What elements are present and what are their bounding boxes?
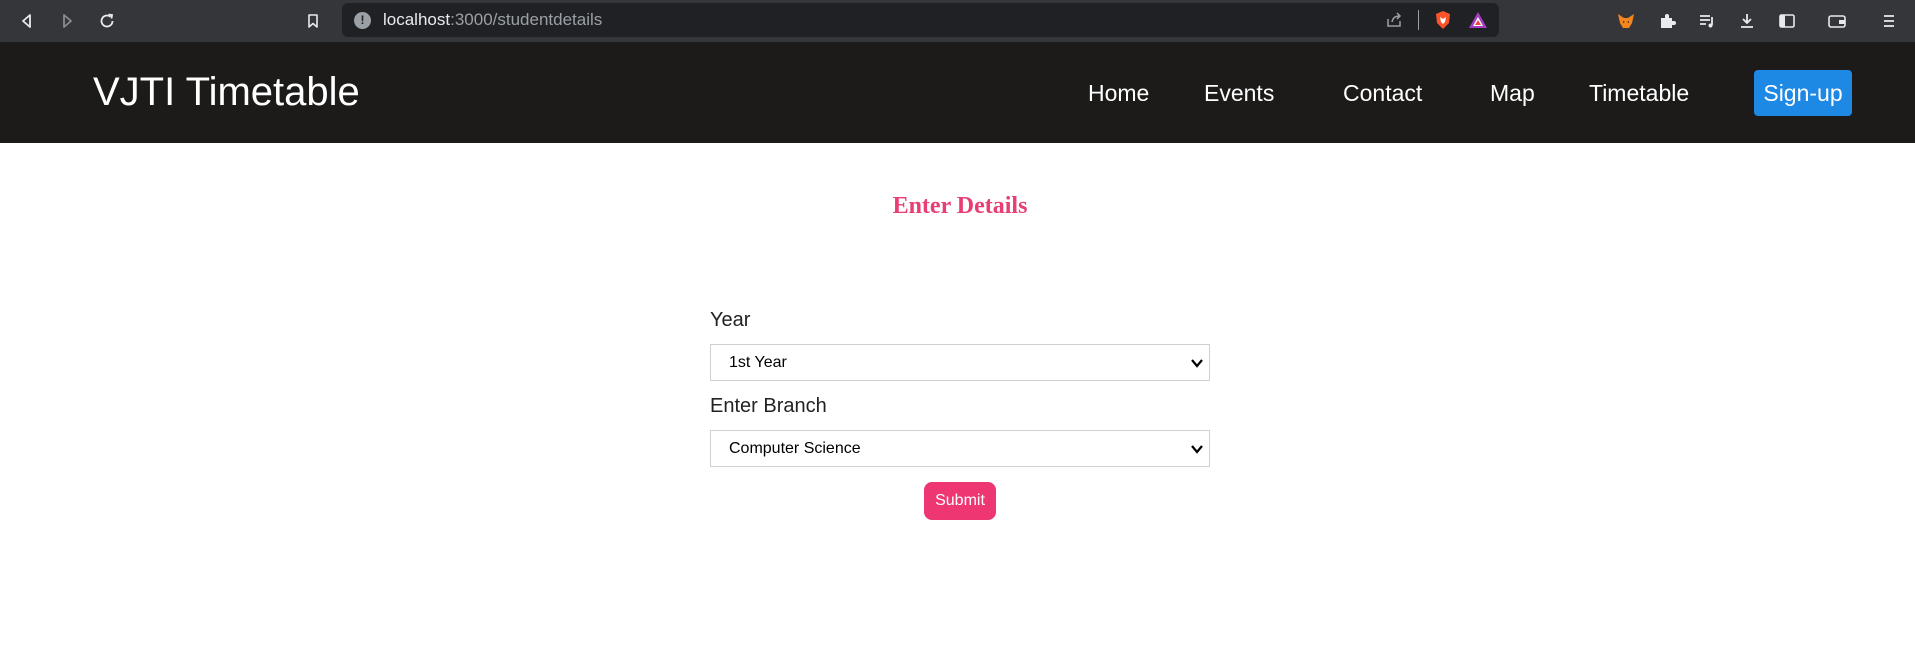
year-label: Year (710, 309, 751, 331)
puzzle-icon (1661, 14, 1676, 28)
omnibox-separator (1418, 10, 1419, 30)
bookmark-button[interactable] (300, 8, 326, 34)
branch-select-value: Computer Science (729, 440, 861, 457)
back-icon (22, 14, 31, 28)
forward-button[interactable] (54, 8, 80, 34)
year-select-value: 1st Year (729, 354, 787, 371)
menu-icon (1884, 15, 1894, 27)
brave-shields-icon[interactable] (1433, 10, 1453, 30)
playlist-icon (1700, 15, 1713, 28)
sidebar-icon (1779, 14, 1795, 28)
wallet-button[interactable] (1826, 10, 1848, 32)
year-select[interactable]: 1st Year (710, 344, 1210, 381)
branch-label: Enter Branch (710, 395, 827, 417)
chevron-down-icon (1191, 359, 1203, 368)
bookmark-icon (308, 14, 318, 28)
submit-button[interactable]: Submit (924, 482, 996, 520)
sidebar-button[interactable] (1776, 10, 1798, 32)
metamask-extension[interactable] (1615, 10, 1637, 32)
brave-rewards-icon[interactable] (1467, 10, 1489, 30)
nav-link-events[interactable]: Events (1204, 79, 1274, 107)
address-bar[interactable]: ! localhost:3000/studentdetails (342, 3, 1499, 37)
back-button[interactable] (14, 8, 40, 34)
site-info-icon[interactable]: ! (354, 12, 371, 29)
signup-button[interactable]: Sign-up (1754, 70, 1852, 116)
nav-link-timetable[interactable]: Timetable (1589, 79, 1689, 107)
url-text[interactable]: localhost:3000/studentdetails (383, 11, 602, 29)
nav-link-map[interactable]: Map (1490, 79, 1535, 107)
extensions-button[interactable] (1656, 10, 1678, 32)
download-icon (1741, 14, 1753, 28)
nav-link-contact[interactable]: Contact (1343, 79, 1422, 107)
share-icon[interactable] (1384, 10, 1404, 30)
reload-icon (100, 13, 114, 28)
nav-link-home[interactable]: Home (1088, 79, 1149, 107)
chevron-down-icon (1191, 445, 1203, 454)
branch-select[interactable]: Computer Science (710, 430, 1210, 467)
forward-icon (63, 14, 72, 28)
brand-logo[interactable]: VJTI Timetable (93, 69, 360, 115)
menu-button[interactable] (1878, 10, 1900, 32)
site-navbar: VJTI Timetable Home Events Contact Map T… (0, 42, 1915, 143)
wallet-icon (1828, 15, 1846, 28)
downloads-button[interactable] (1736, 10, 1758, 32)
media-button[interactable] (1696, 10, 1718, 32)
page-title: Enter Details (892, 193, 1028, 219)
reload-button[interactable] (94, 8, 120, 34)
fox-icon (1618, 14, 1634, 28)
browser-toolbar: ! localhost:3000/studentdetails (0, 0, 1915, 42)
